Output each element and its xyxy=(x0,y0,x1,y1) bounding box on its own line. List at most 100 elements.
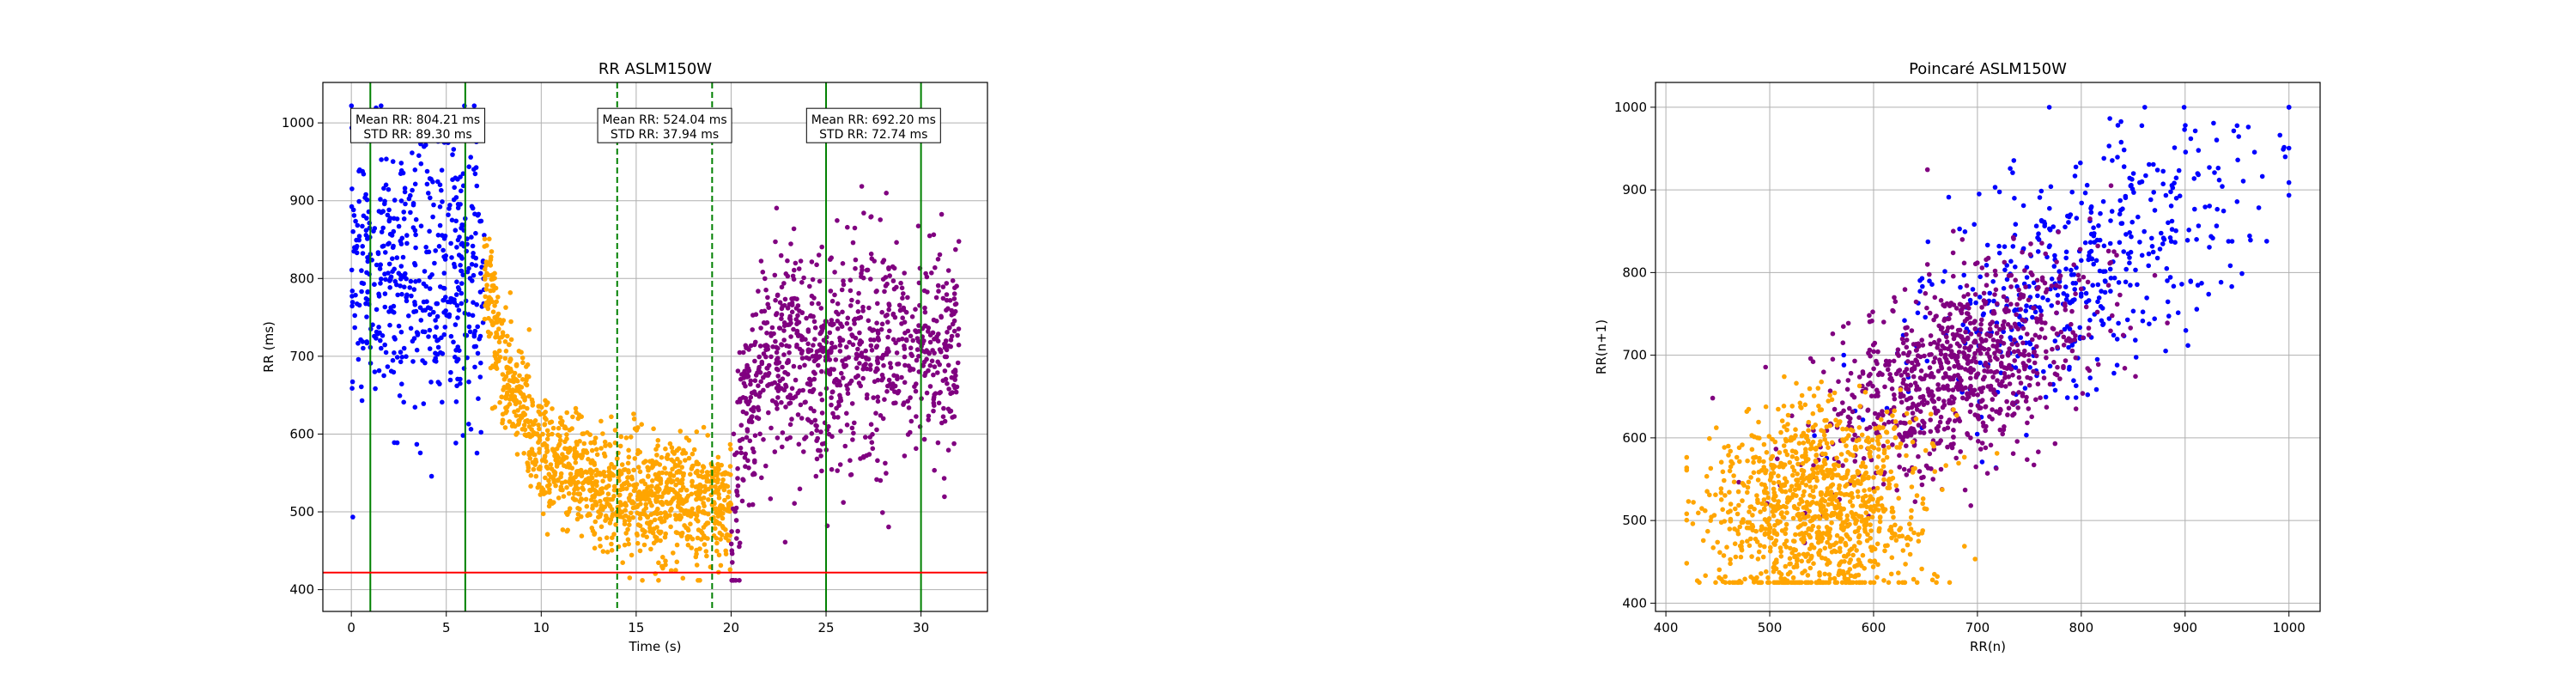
data-point xyxy=(574,516,580,522)
data-point xyxy=(766,305,771,311)
data-point xyxy=(395,292,401,298)
data-point xyxy=(483,274,488,279)
data-point xyxy=(547,420,553,425)
data-point xyxy=(1921,424,1927,429)
data-point xyxy=(1990,397,1996,402)
data-point xyxy=(814,428,819,434)
data-point xyxy=(1708,465,1714,471)
data-point xyxy=(1731,473,1736,478)
data-point xyxy=(1779,418,1785,423)
data-point xyxy=(2172,240,2178,246)
data-point xyxy=(1819,490,1825,495)
data-point xyxy=(1968,435,1973,441)
data-point xyxy=(714,536,720,541)
data-point xyxy=(2032,305,2037,311)
data-point xyxy=(1785,412,1791,418)
data-point xyxy=(774,344,779,350)
data-point xyxy=(622,542,628,548)
data-point xyxy=(2013,277,2018,283)
data-point xyxy=(1824,417,1829,423)
data-point xyxy=(792,267,797,273)
data-point xyxy=(1917,386,1922,392)
data-point xyxy=(2117,211,2123,217)
data-point xyxy=(1972,319,1978,324)
data-point xyxy=(816,252,822,258)
data-point xyxy=(860,375,866,381)
data-point xyxy=(1951,302,1957,307)
data-point xyxy=(459,301,465,307)
data-point xyxy=(1855,489,1861,495)
data-point xyxy=(453,399,459,404)
data-point xyxy=(575,453,581,459)
data-point xyxy=(750,327,755,332)
data-point xyxy=(884,191,889,196)
data-point xyxy=(695,468,700,474)
data-point xyxy=(2056,229,2061,234)
data-point xyxy=(696,495,702,501)
data-point xyxy=(779,316,784,322)
data-point xyxy=(360,339,366,344)
data-point xyxy=(365,236,370,241)
data-point xyxy=(1936,396,1941,402)
data-point xyxy=(925,289,930,295)
data-point xyxy=(819,410,825,416)
data-point xyxy=(802,362,807,368)
data-point xyxy=(2020,325,2026,331)
data-point xyxy=(1916,538,1922,544)
data-point xyxy=(1994,451,2000,456)
data-point xyxy=(592,531,598,536)
data-point xyxy=(1991,387,1996,392)
data-point xyxy=(410,150,415,155)
data-point xyxy=(860,275,866,281)
data-point xyxy=(1913,299,1919,305)
data-point xyxy=(392,216,397,222)
data-point xyxy=(1801,521,1807,526)
data-point xyxy=(690,464,696,469)
data-point xyxy=(474,450,480,456)
data-point xyxy=(683,450,689,456)
data-point xyxy=(662,465,667,471)
data-point xyxy=(365,289,370,295)
data-point xyxy=(816,301,821,307)
data-point xyxy=(363,192,368,198)
data-point xyxy=(1938,466,1944,472)
data-point xyxy=(1972,412,1978,417)
data-point xyxy=(373,386,378,392)
data-point xyxy=(1919,475,1924,481)
data-point xyxy=(399,381,404,387)
data-point xyxy=(809,301,815,307)
data-point xyxy=(762,372,769,377)
data-point xyxy=(2165,299,2171,305)
data-point xyxy=(471,344,477,350)
data-point xyxy=(1965,311,1971,317)
data-point xyxy=(1783,436,1789,442)
data-point xyxy=(2183,328,2189,333)
data-point xyxy=(509,390,515,395)
data-point xyxy=(1736,502,1741,508)
data-point xyxy=(2179,282,2184,287)
data-point xyxy=(412,167,418,173)
data-point xyxy=(1945,444,1950,450)
data-point xyxy=(387,231,393,237)
data-point xyxy=(1921,402,1927,408)
data-point xyxy=(433,350,438,356)
data-point xyxy=(1992,185,1998,190)
data-point xyxy=(1942,303,1947,309)
data-point xyxy=(806,381,812,387)
data-point xyxy=(706,486,711,492)
data-point xyxy=(637,515,643,521)
data-point xyxy=(2075,272,2081,278)
data-point xyxy=(430,214,435,220)
data-point xyxy=(528,472,534,478)
data-point xyxy=(495,295,501,300)
data-point xyxy=(1755,556,1761,562)
data-point xyxy=(453,322,459,327)
data-point xyxy=(892,389,897,394)
data-point xyxy=(1783,563,1789,569)
data-point xyxy=(1891,308,1896,314)
data-point xyxy=(2130,308,2136,314)
data-point xyxy=(718,502,724,508)
data-point xyxy=(1799,558,1804,564)
data-point xyxy=(442,325,448,330)
data-point xyxy=(677,506,683,512)
